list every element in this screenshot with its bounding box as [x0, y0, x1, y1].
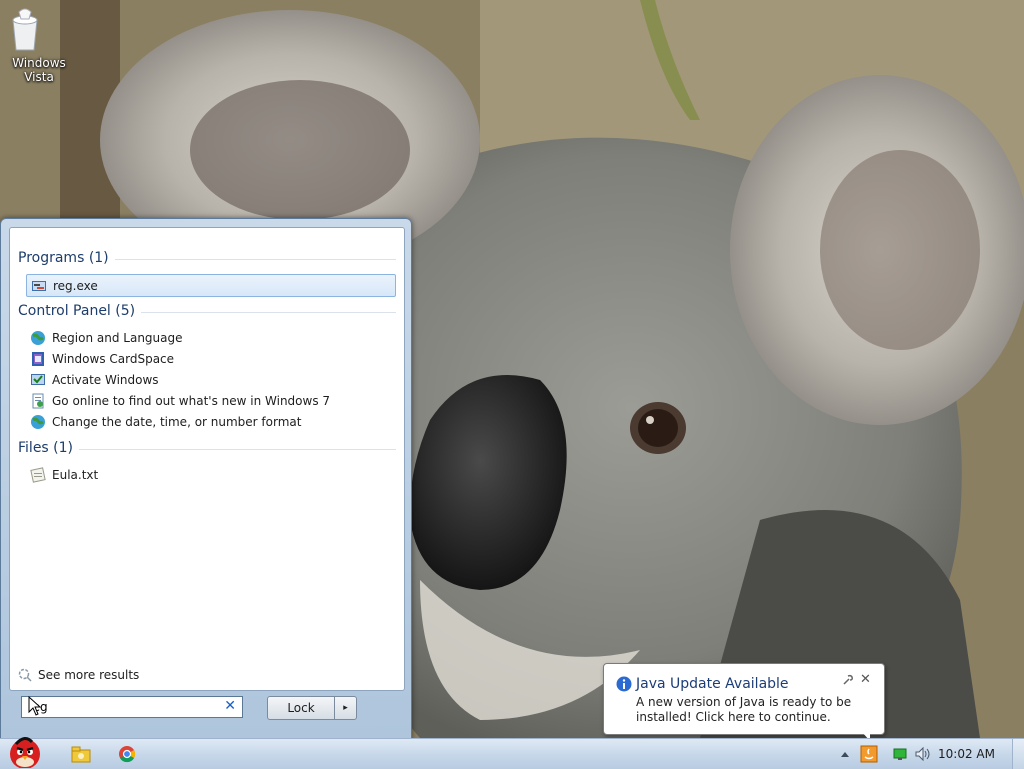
- start-button[interactable]: [0, 737, 50, 769]
- result-item-region-language[interactable]: Region and Language: [26, 327, 396, 348]
- angry-birds-start-icon: [10, 737, 40, 768]
- start-menu: Programs (1) reg.exe Control Panel (5) R…: [0, 218, 412, 740]
- volume-icon: [915, 746, 930, 762]
- search-input[interactable]: [26, 697, 220, 717]
- wrench-icon[interactable]: [842, 674, 854, 686]
- notification-title: Java Update Available: [636, 676, 789, 692]
- group-header-programs[interactable]: Programs (1): [18, 250, 396, 270]
- text-file-icon: [30, 466, 46, 483]
- globe-icon: [30, 330, 46, 346]
- recycle-bin-icon: [12, 6, 56, 52]
- close-icon[interactable]: ✕: [860, 672, 871, 687]
- show-desktop-button[interactable]: [1012, 739, 1024, 769]
- close-icon[interactable]: ✕: [224, 699, 236, 713]
- java-update-icon: [860, 745, 878, 763]
- taskbar-chrome[interactable]: [110, 739, 144, 769]
- search-results-pane: Programs (1) reg.exe Control Panel (5) R…: [9, 227, 405, 691]
- result-label: Activate Windows: [52, 372, 159, 387]
- group-label: Programs (1): [18, 250, 115, 266]
- result-item-eula-txt[interactable]: Eula.txt: [26, 464, 396, 485]
- lock-button[interactable]: Lock: [267, 696, 335, 720]
- network-tray[interactable]: [890, 739, 910, 769]
- chrome-icon: [119, 746, 136, 763]
- search-icon: [18, 668, 32, 682]
- mouse-cursor-icon: [28, 696, 42, 716]
- group-label: Control Panel (5): [18, 303, 142, 319]
- group-header-control-panel[interactable]: Control Panel (5): [18, 303, 396, 323]
- network-icon: [893, 748, 907, 760]
- result-item-whats-new[interactable]: Go online to find out what's new in Wind…: [26, 390, 396, 411]
- see-more-label: See more results: [38, 668, 140, 682]
- result-item-activate-windows[interactable]: Activate Windows: [26, 369, 396, 390]
- group-header-files[interactable]: Files (1): [18, 440, 396, 460]
- regedit-icon: [31, 278, 47, 294]
- java-update-tray[interactable]: [858, 739, 880, 769]
- desktop-icon-label-line1: Windows: [12, 56, 66, 70]
- result-label: Windows CardSpace: [52, 351, 175, 366]
- chevron-right-icon[interactable]: ▸: [335, 696, 357, 720]
- info-icon: [616, 676, 632, 692]
- taskbar-explorer[interactable]: [64, 739, 98, 769]
- result-label: Region and Language: [52, 330, 183, 345]
- result-item-reg-exe[interactable]: reg.exe: [26, 274, 396, 297]
- document-icon: [30, 393, 46, 409]
- explorer-icon: [71, 746, 91, 763]
- globe-icon: [30, 414, 46, 430]
- start-search-box[interactable]: ✕: [21, 696, 243, 718]
- see-more-results-link[interactable]: See more results: [18, 668, 139, 682]
- cardspace-icon: [30, 351, 46, 367]
- show-hidden-icons-arrow[interactable]: [838, 739, 852, 769]
- notification-message: A new version of Java is ready to be ins…: [636, 695, 852, 724]
- result-item-date-time-format[interactable]: Change the date, time, or number format: [26, 411, 396, 432]
- desktop-icon-windows-vista[interactable]: Windows Vista: [8, 6, 70, 84]
- activate-icon: [30, 372, 46, 388]
- result-label: Change the date, time, or number format: [52, 414, 302, 429]
- java-update-notification[interactable]: Java Update Available A new version of J…: [603, 663, 885, 735]
- result-label: reg.exe: [53, 278, 98, 293]
- desktop-icon-label-line2: Vista: [24, 70, 54, 84]
- result-label: Go online to find out what's new in Wind…: [52, 393, 331, 408]
- taskbar-clock[interactable]: 10:02 AM: [938, 739, 995, 769]
- result-label: Eula.txt: [52, 467, 99, 482]
- result-item-windows-cardspace[interactable]: Windows CardSpace: [26, 348, 396, 369]
- volume-tray[interactable]: [912, 739, 934, 769]
- taskbar: 10:02 AM: [0, 737, 1024, 769]
- group-label: Files (1): [18, 440, 80, 456]
